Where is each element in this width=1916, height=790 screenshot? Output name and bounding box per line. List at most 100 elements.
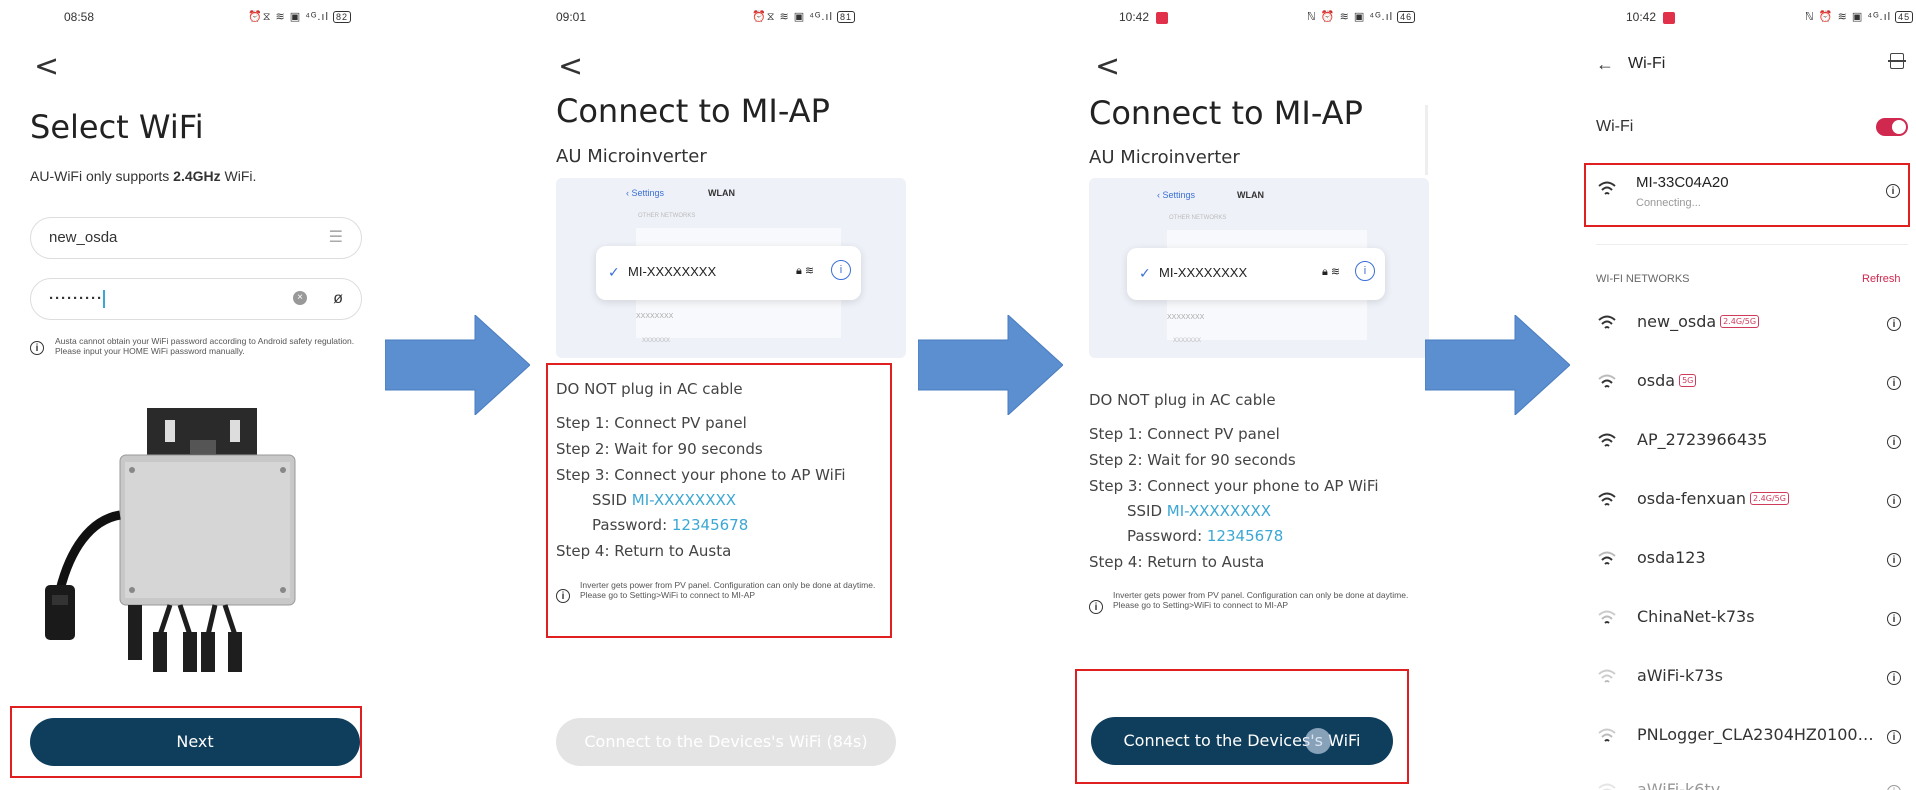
status-icons: ℕ ⏰ ≋ ▣ ⁴ᴳ.ıl 45 xyxy=(1805,10,1914,23)
network-name: aWiFi-k6tv xyxy=(1637,780,1721,790)
network-info-icon[interactable]: i xyxy=(1887,314,1901,332)
wifi-icon xyxy=(1598,315,1616,329)
wifi-network-row[interactable]: osda-fenxuan 2.4G/5G i xyxy=(1595,481,1905,521)
step-4: Step 4: Return to Austa xyxy=(556,542,732,560)
step-3: Step 3: Connect your phone to AP WiFi xyxy=(556,466,846,484)
wifi-icon xyxy=(1598,433,1616,447)
flow-arrow-2 xyxy=(918,315,1063,415)
scrollbar[interactable] xyxy=(1425,105,1428,175)
password-value: ········· xyxy=(49,290,103,307)
warning-text: DO NOT plug in AC cable xyxy=(1089,391,1276,409)
network-info-icon[interactable]: i xyxy=(1886,181,1900,199)
page-title: Select WiFi xyxy=(30,108,204,146)
wifi-network-row[interactable]: osda123 i xyxy=(1595,540,1905,580)
band-badge: 5G xyxy=(1679,374,1697,387)
step-2: Step 2: Wait for 90 seconds xyxy=(1089,451,1296,469)
network-info-icon[interactable]: i xyxy=(1887,609,1901,627)
network-info-icon[interactable]: i xyxy=(1887,373,1901,391)
list-icon[interactable]: ☰ xyxy=(329,218,343,258)
network-name: aWiFi-k73s xyxy=(1637,666,1723,685)
notification-icon xyxy=(1156,11,1169,24)
battery-icon: 82 xyxy=(333,11,352,23)
screen-select-wifi: 08:58 ⏰⧖ ≋ ▣ ⁴ᴳ.ıl 82 < Select WiFi AU-W… xyxy=(0,0,370,790)
text-cursor xyxy=(102,290,105,309)
wlan-settings-illustration: ‹ Settings WLAN OTHER NETWORKS ✓ MI-XXXX… xyxy=(1089,178,1429,358)
network-name: AP_2723966435 xyxy=(1637,430,1768,449)
page-title: Connect to MI-AP xyxy=(1089,94,1363,132)
wifi-icon xyxy=(1598,728,1616,742)
password-line: Password: 12345678 xyxy=(1127,527,1284,545)
wifi-network-row[interactable]: new_osda 2.4G/5G i xyxy=(1595,304,1905,344)
status-icons: ℕ ⏰ ≋ ▣ ⁴ᴳ.ıl 46 xyxy=(1307,10,1416,23)
wifi-network-row[interactable]: aWiFi-k6tv i xyxy=(1595,772,1905,790)
connected-network-name[interactable]: MI-33C04A20 xyxy=(1636,174,1729,191)
back-button[interactable]: < xyxy=(1095,52,1120,82)
page-title: Connect to MI-AP xyxy=(556,92,830,130)
status-time: 09:01 xyxy=(556,10,587,24)
info-icon: i xyxy=(1089,597,1103,615)
page-subtitle: AU Microinverter xyxy=(1089,147,1240,168)
connect-device-wifi-button[interactable]: Connect to the Devices's WiFi (84s) xyxy=(556,718,896,766)
wifi-network-row[interactable]: AP_2723966435 i xyxy=(1595,422,1905,462)
illus-other-networks: OTHER NETWORKS xyxy=(1169,215,1227,221)
header-title: Wi-Fi xyxy=(1628,55,1666,72)
status-icons: ⏰⧖ ≋ ▣ ⁴ᴳ.ıl 81 xyxy=(752,10,856,24)
back-button[interactable]: < xyxy=(558,52,583,82)
connected-network-status: Connecting... xyxy=(1636,197,1701,209)
page-subtitle: AU Microinverter xyxy=(556,146,707,167)
illus-wlan: WLAN xyxy=(708,188,735,198)
wifi-toggle[interactable] xyxy=(1876,118,1908,136)
wifi-icon xyxy=(1598,669,1616,683)
network-info-icon[interactable]: i xyxy=(1887,668,1901,686)
network-name: ChinaNet-k73s xyxy=(1637,607,1755,626)
network-name: PNLogger_CLA2304HZ0100… xyxy=(1637,725,1874,744)
info-icon: i xyxy=(556,586,570,604)
network-info-icon[interactable]: i xyxy=(1887,491,1901,509)
step-2: Step 2: Wait for 90 seconds xyxy=(556,440,763,458)
battery-icon: 45 xyxy=(1895,11,1914,23)
status-time: 10:42 xyxy=(1626,10,1676,24)
back-button[interactable]: < xyxy=(34,52,59,82)
step-1: Step 1: Connect PV panel xyxy=(556,414,747,432)
network-info-icon[interactable]: i xyxy=(1887,727,1901,745)
network-info-icon[interactable]: i xyxy=(1887,782,1901,790)
highlight-connected xyxy=(1584,163,1910,227)
band-badge: 2.4G/5G xyxy=(1720,315,1760,328)
password-note: Austa cannot obtain your WiFi password a… xyxy=(55,336,355,356)
battery-icon: 81 xyxy=(837,11,856,23)
wifi-toggle-label: Wi-Fi xyxy=(1596,118,1634,135)
next-button[interactable]: Next xyxy=(30,718,360,766)
illus-settings-back: ‹ Settings xyxy=(1157,190,1196,200)
wifi-network-row[interactable]: osda 5G i xyxy=(1595,363,1905,403)
wifi-icon xyxy=(1598,610,1616,624)
wifi-network-row[interactable]: aWiFi-k73s i xyxy=(1595,658,1905,698)
daytime-note: Inverter gets power from PV panel. Confi… xyxy=(580,580,876,600)
refresh-link[interactable]: Refresh xyxy=(1862,273,1901,285)
illus-wlan: WLAN xyxy=(1237,190,1264,200)
daytime-note: Inverter gets power from PV panel. Confi… xyxy=(1113,590,1409,610)
scan-icon[interactable] xyxy=(1888,53,1906,69)
hide-password-icon[interactable]: ø xyxy=(333,279,343,319)
wifi-requirement-text: AU-WiFi only supports 2.4GHz WiFi. xyxy=(30,168,257,184)
status-icons: ⏰⧖ ≋ ▣ ⁴ᴳ.ıl 82 xyxy=(248,10,352,24)
ssid-input[interactable]: new_osda ☰ xyxy=(30,217,362,259)
back-arrow-icon[interactable]: ← xyxy=(1596,54,1614,75)
illus-other-networks: OTHER NETWORKS xyxy=(638,213,696,219)
step-1: Step 1: Connect PV panel xyxy=(1089,425,1280,443)
illus-ssid-row: ✓ MI-XXXXXXXX 🔒︎ ≋ i xyxy=(596,246,861,300)
wifi-network-row[interactable]: PNLogger_CLA2304HZ0100… i xyxy=(1595,717,1905,757)
network-name: osda123 xyxy=(1637,548,1706,567)
flow-arrow-3 xyxy=(1425,315,1570,415)
password-input[interactable]: ········· × ø xyxy=(30,278,362,320)
status-time: 08:58 xyxy=(64,10,95,24)
network-info-icon[interactable]: i xyxy=(1887,550,1901,568)
notification-icon xyxy=(1663,11,1676,24)
network-info-icon[interactable]: i xyxy=(1887,432,1901,450)
connect-device-wifi-button[interactable]: Connect to the Devices's WiFi xyxy=(1091,717,1393,765)
wifi-network-row[interactable]: ChinaNet-k73s i xyxy=(1595,599,1905,639)
wifi-icon xyxy=(1598,181,1616,195)
clear-icon[interactable]: × xyxy=(293,291,307,305)
flow-arrow-1 xyxy=(385,315,530,415)
info-icon: i xyxy=(30,338,44,356)
illus-ssid-row: ✓ MI-XXXXXXXX 🔒︎ ≋ i xyxy=(1127,248,1385,300)
